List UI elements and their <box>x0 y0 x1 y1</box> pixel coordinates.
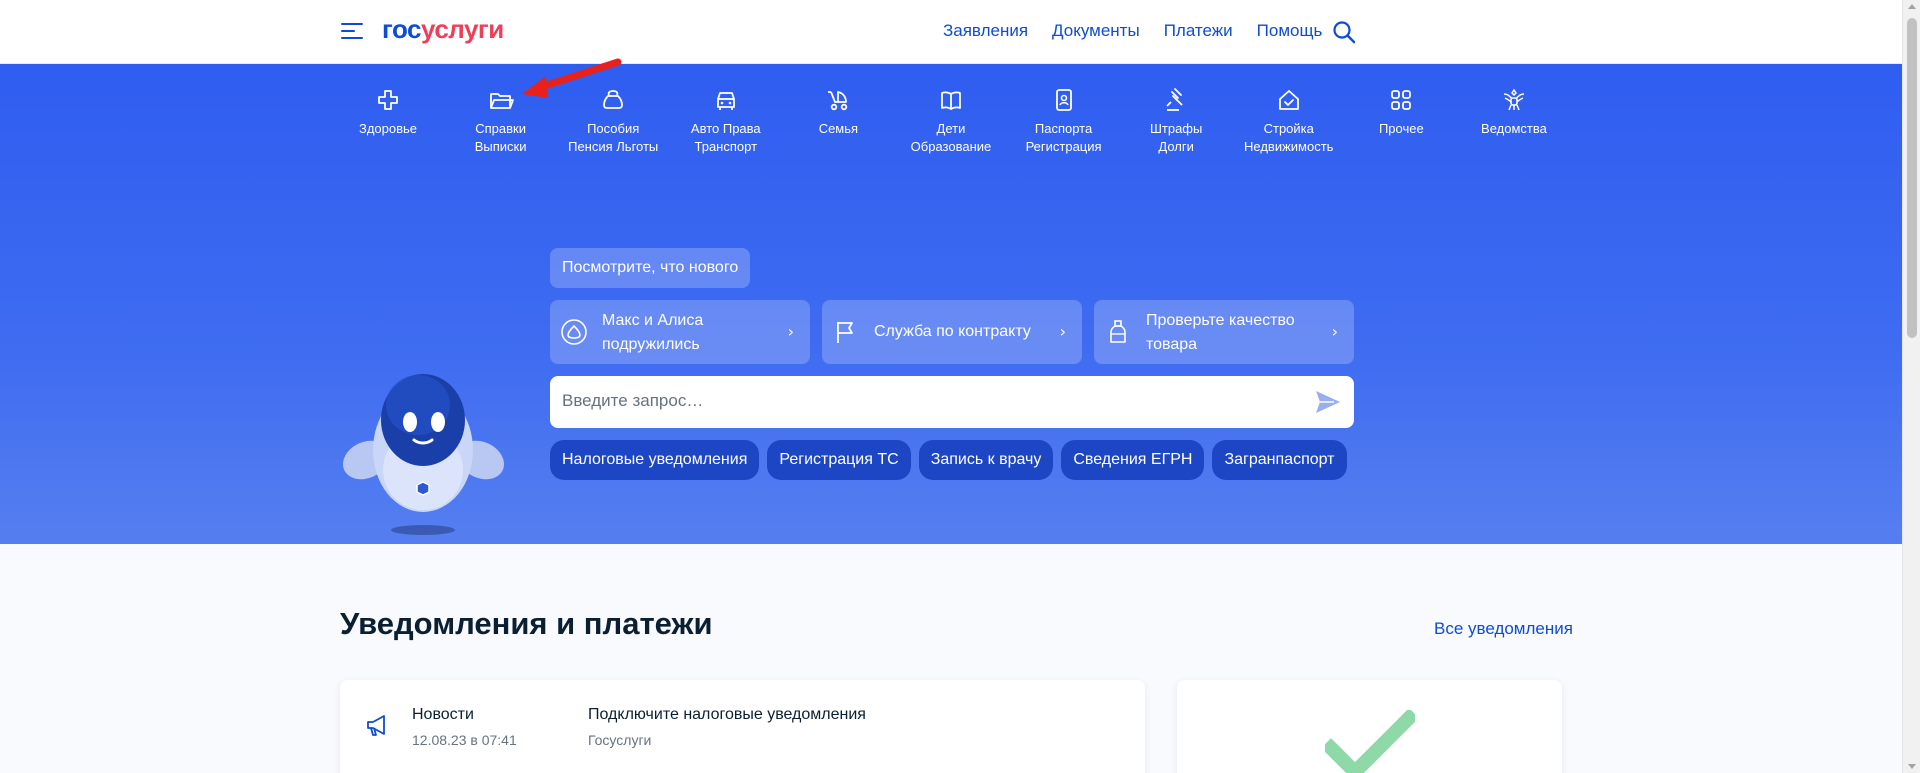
category-label: Справки Выписки <box>474 121 527 154</box>
category-fines[interactable]: Штрафы Долги <box>1128 86 1224 156</box>
category-label: Стройка Недвижимость <box>1244 121 1334 154</box>
category-label: Прочее <box>1378 121 1424 136</box>
book-icon <box>941 91 961 110</box>
notification-kind: Новости <box>412 706 474 723</box>
chevron-right-icon: › <box>1059 322 1066 341</box>
category-label: Штрафы Долги <box>1149 121 1203 154</box>
quick-link-doctor-appointment[interactable]: Запись к врачу <box>918 440 1054 480</box>
all-notifications-link[interactable]: Все уведомления <box>1434 619 1573 639</box>
scroll-up-arrow[interactable] <box>1908 4 1916 9</box>
nav-documents[interactable]: Документы <box>1052 21 1140 41</box>
quick-links: Налоговые уведомления Регистрация ТС Зап… <box>550 440 1347 480</box>
page-scrollbar[interactable] <box>1902 0 1920 773</box>
health-cross-icon <box>378 90 398 110</box>
search-placeholder: Введите запрос… <box>562 391 704 410</box>
category-certificates[interactable]: Справки Выписки <box>453 86 549 156</box>
notification-source: Госуслуги <box>588 732 652 748</box>
category-label: Дети Образование <box>910 121 992 154</box>
quick-link-foreign-passport[interactable]: Загранпаспорт <box>1212 440 1347 480</box>
category-transport[interactable]: Авто Права Транспорт <box>678 86 774 156</box>
promo-card-contract[interactable]: Служба по контракту › <box>822 300 1082 364</box>
category-label: Семья <box>818 121 859 136</box>
top-header: госуслуги Заявления Документы Платежи По… <box>0 0 1902 64</box>
send-icon[interactable] <box>1314 389 1342 415</box>
notification-date: 12.08.23 в 07:41 <box>412 732 517 748</box>
megaphone-icon <box>367 715 385 736</box>
flag-icon <box>837 322 853 343</box>
search-input[interactable]: Введите запрос… <box>550 376 1354 428</box>
section-title: Уведомления и платежи <box>340 606 713 641</box>
category-family[interactable]: Семья <box>790 86 886 156</box>
gosuslugi-logo[interactable]: госуслуги <box>382 14 504 45</box>
category-health[interactable]: Здоровье <box>340 86 436 156</box>
quick-link-vehicle-registration[interactable]: Регистрация ТС <box>767 440 911 480</box>
category-label: Пособия Пенсия Льготы <box>568 121 659 154</box>
search-icon[interactable] <box>1332 20 1356 44</box>
gavel-icon <box>1166 88 1183 111</box>
logo-text-uslugi: услуги <box>421 14 504 44</box>
category-children[interactable]: Дети Образование <box>903 86 999 156</box>
chevron-right-icon: › <box>1331 322 1338 341</box>
category-realty[interactable]: Стройка Недвижимость <box>1241 86 1337 156</box>
grid-icon <box>1391 90 1412 110</box>
car-icon <box>716 92 735 110</box>
bottle-icon <box>1110 320 1126 343</box>
category-bar: Здоровье Справки Выписки Пособия Пенсия … <box>340 86 1562 156</box>
passport-icon <box>1055 89 1072 111</box>
stroller-icon <box>828 91 848 111</box>
promo-text: Макс и Алиса подружились <box>602 312 704 353</box>
nav-help[interactable]: Помощь <box>1257 21 1323 41</box>
alice-icon <box>561 319 587 345</box>
logo-text-gos: гос <box>382 14 422 44</box>
category-label: Паспорта Регистрация <box>1025 121 1102 154</box>
robot-mascot <box>342 374 505 535</box>
nav-applications[interactable]: Заявления <box>943 21 1028 41</box>
house-icon <box>1278 90 1299 110</box>
checkmark-icon <box>1325 710 1415 773</box>
eagle-emblem-icon <box>1503 88 1524 111</box>
whats-new-chip[interactable]: Посмотрите, что нового <box>550 248 751 288</box>
promo-text: Проверьте качество товара <box>1146 312 1295 353</box>
money-bag-icon <box>603 90 624 109</box>
promo-row: Макс и Алиса подружились › Служба по кон… <box>550 300 1354 364</box>
category-passports[interactable]: Паспорта Регистрация <box>1016 86 1112 156</box>
promo-card-quality[interactable]: Проверьте качество товара › <box>1094 300 1354 364</box>
category-label: Здоровье <box>358 121 418 136</box>
top-nav: Заявления Документы Платежи Помощь <box>943 21 1322 41</box>
folder-icon <box>489 93 514 109</box>
category-benefits[interactable]: Пособия Пенсия Льготы <box>565 86 661 156</box>
category-agencies[interactable]: Ведомства <box>1466 86 1562 156</box>
page: госуслуги Заявления Документы Платежи По… <box>0 0 1920 773</box>
promo-card-alice[interactable]: Макс и Алиса подружились › <box>550 300 810 364</box>
chevron-right-icon: › <box>787 322 794 341</box>
notification-card[interactable]: Новости 12.08.23 в 07:41 Подключите нало… <box>340 680 1145 773</box>
category-label: Авто Права Транспорт <box>690 121 761 154</box>
quick-link-tax-notices[interactable]: Налоговые уведомления <box>550 440 760 480</box>
category-other[interactable]: Прочее <box>1353 86 1449 156</box>
scroll-down-arrow[interactable] <box>1908 764 1916 769</box>
scroll-thumb[interactable] <box>1907 18 1917 338</box>
notification-title: Подключите налоговые уведомления <box>588 706 866 723</box>
status-card <box>1177 680 1562 773</box>
quick-link-egrn[interactable]: Сведения ЕГРН <box>1061 440 1205 480</box>
category-label: Ведомства <box>1481 121 1547 136</box>
nav-payments[interactable]: Платежи <box>1164 21 1233 41</box>
menu-icon[interactable] <box>341 22 363 40</box>
promo-text: Служба по контракту <box>874 323 1031 340</box>
hero-section: Здоровье Справки Выписки Пособия Пенсия … <box>0 64 1902 544</box>
